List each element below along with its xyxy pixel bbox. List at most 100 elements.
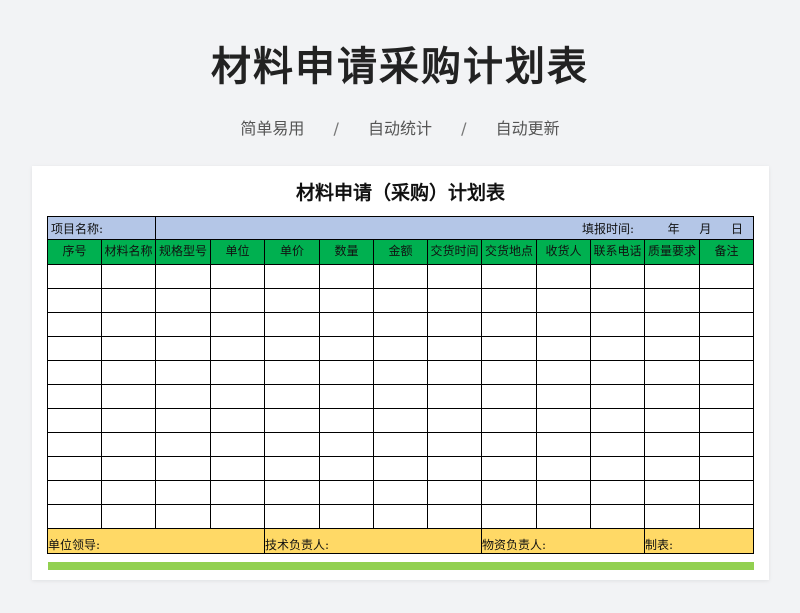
table-cell[interactable] [590, 336, 645, 361]
table-cell[interactable] [536, 456, 591, 481]
table-cell[interactable] [481, 288, 537, 313]
table-cell[interactable] [590, 504, 645, 529]
table-cell[interactable] [481, 264, 537, 289]
table-cell[interactable] [373, 312, 428, 337]
table-cell[interactable] [47, 264, 102, 289]
table-cell[interactable] [210, 408, 265, 433]
table-cell[interactable] [47, 360, 102, 385]
table-cell[interactable] [590, 312, 645, 337]
table-cell[interactable] [481, 408, 537, 433]
table-cell[interactable] [427, 384, 482, 409]
table-cell[interactable] [319, 432, 374, 457]
table-cell[interactable] [155, 384, 211, 409]
table-cell[interactable] [210, 312, 265, 337]
table-cell[interactable] [644, 264, 700, 289]
table-cell[interactable] [101, 432, 156, 457]
table-cell[interactable] [427, 504, 482, 529]
table-cell[interactable] [210, 360, 265, 385]
table-cell[interactable] [536, 264, 591, 289]
table-cell[interactable] [155, 456, 211, 481]
table-cell[interactable] [47, 504, 102, 529]
table-cell[interactable] [101, 312, 156, 337]
table-cell[interactable] [699, 480, 754, 505]
table-cell[interactable] [590, 408, 645, 433]
table-cell[interactable] [264, 264, 320, 289]
table-cell[interactable] [699, 312, 754, 337]
table-cell[interactable] [264, 456, 320, 481]
table-cell[interactable] [427, 408, 482, 433]
table-cell[interactable] [264, 480, 320, 505]
table-cell[interactable] [373, 480, 428, 505]
table-cell[interactable] [47, 384, 102, 409]
table-cell[interactable] [47, 480, 102, 505]
table-cell[interactable] [536, 288, 591, 313]
table-cell[interactable] [101, 336, 156, 361]
table-cell[interactable] [47, 312, 102, 337]
table-cell[interactable] [699, 504, 754, 529]
table-cell[interactable] [427, 336, 482, 361]
table-cell[interactable] [644, 456, 700, 481]
table-cell[interactable] [155, 312, 211, 337]
table-cell[interactable] [101, 408, 156, 433]
table-cell[interactable] [319, 360, 374, 385]
table-cell[interactable] [427, 456, 482, 481]
table-cell[interactable] [590, 480, 645, 505]
material-signature[interactable]: 物资负责人: [481, 528, 645, 554]
table-cell[interactable] [536, 504, 591, 529]
table-cell[interactable] [210, 264, 265, 289]
table-cell[interactable] [644, 288, 700, 313]
table-cell[interactable] [481, 480, 537, 505]
table-cell[interactable] [373, 384, 428, 409]
table-cell[interactable] [481, 360, 537, 385]
table-cell[interactable] [699, 384, 754, 409]
table-cell[interactable] [101, 384, 156, 409]
table-cell[interactable] [264, 288, 320, 313]
table-cell[interactable] [47, 408, 102, 433]
table-cell[interactable] [155, 432, 211, 457]
table-cell[interactable] [644, 432, 700, 457]
table-cell[interactable] [373, 432, 428, 457]
table-cell[interactable] [155, 504, 211, 529]
table-cell[interactable] [319, 288, 374, 313]
table-cell[interactable] [590, 456, 645, 481]
table-cell[interactable] [536, 312, 591, 337]
table-cell[interactable] [264, 408, 320, 433]
table-cell[interactable] [590, 288, 645, 313]
table-cell[interactable] [644, 480, 700, 505]
table-cell[interactable] [644, 312, 700, 337]
table-cell[interactable] [155, 360, 211, 385]
table-cell[interactable] [264, 360, 320, 385]
table-cell[interactable] [210, 288, 265, 313]
table-cell[interactable] [481, 384, 537, 409]
table-cell[interactable] [373, 408, 428, 433]
table-cell[interactable] [319, 312, 374, 337]
table-cell[interactable] [101, 360, 156, 385]
table-cell[interactable] [373, 264, 428, 289]
table-cell[interactable] [699, 336, 754, 361]
tech-signature[interactable]: 技术负责人: [264, 528, 482, 554]
report-time-cell[interactable]: 填报时间: 年 月 日 [155, 216, 754, 240]
table-cell[interactable] [264, 312, 320, 337]
table-cell[interactable] [373, 456, 428, 481]
table-cell[interactable] [536, 480, 591, 505]
table-cell[interactable] [644, 504, 700, 529]
table-cell[interactable] [210, 504, 265, 529]
table-cell[interactable] [47, 336, 102, 361]
table-cell[interactable] [536, 336, 591, 361]
table-cell[interactable] [590, 384, 645, 409]
table-cell[interactable] [47, 432, 102, 457]
table-cell[interactable] [590, 360, 645, 385]
table-cell[interactable] [101, 480, 156, 505]
table-cell[interactable] [210, 336, 265, 361]
table-cell[interactable] [536, 384, 591, 409]
table-cell[interactable] [536, 360, 591, 385]
table-cell[interactable] [699, 360, 754, 385]
table-cell[interactable] [210, 456, 265, 481]
table-cell[interactable] [210, 480, 265, 505]
table-cell[interactable] [427, 312, 482, 337]
table-cell[interactable] [264, 336, 320, 361]
table-cell[interactable] [319, 336, 374, 361]
table-cell[interactable] [264, 432, 320, 457]
table-cell[interactable] [481, 504, 537, 529]
table-cell[interactable] [319, 408, 374, 433]
